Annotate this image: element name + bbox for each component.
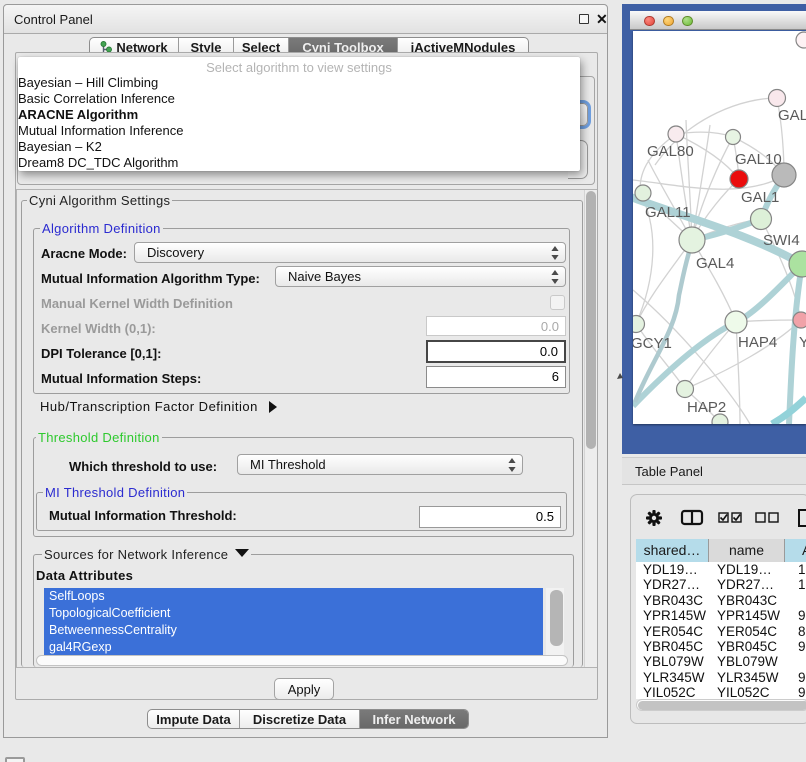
svg-text:GAL80: GAL80 [647,143,694,160]
svg-text:YD: YD [799,334,806,351]
svg-text:GAL1: GAL1 [741,189,779,206]
svg-text:GCY1: GCY1 [633,335,672,352]
svg-text:GAL10: GAL10 [735,151,782,168]
svg-text:GAL4: GAL4 [696,255,734,272]
svg-text:GAL7: GAL7 [778,107,806,124]
svg-text:HAP2: HAP2 [687,399,726,416]
svg-text:GAL11: GAL11 [645,204,691,221]
svg-text:HAP4: HAP4 [738,334,777,351]
svg-text:SWI4: SWI4 [763,232,800,249]
